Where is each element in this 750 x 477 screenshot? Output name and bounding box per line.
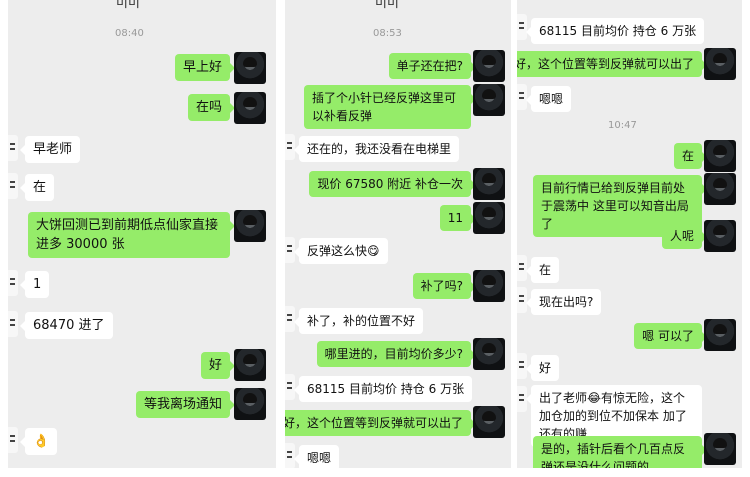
message-bubble-mine[interactable]: 大饼回测已到前期低点仙家直接进多 30000 张 — [28, 212, 235, 258]
message-bubble-theirs[interactable]: 补了，补的位置不好 — [293, 308, 424, 334]
user-avatar-icon[interactable] — [704, 433, 736, 465]
message-bubble-mine[interactable]: 是的，插针后看个几百点反弹还是没什么问题的 — [533, 436, 707, 468]
user-avatar-icon[interactable] — [234, 52, 266, 84]
user-avatar-icon[interactable] — [234, 210, 266, 242]
message-bubble-theirs[interactable]: 还在的，我还没看在电梯里 — [293, 136, 460, 162]
message-bubble-theirs[interactable]: 在 — [19, 174, 55, 201]
contact-avatar-icon[interactable] — [8, 173, 18, 199]
user-avatar-icon[interactable] — [473, 168, 505, 200]
chat-panel-3: 68115 目前均价 持仓 6 万张 好，这个位置等到反弹就可以出了 嗯嗯 10… — [517, 0, 742, 468]
message-bubble-theirs[interactable]: 嗯嗯 — [525, 86, 572, 112]
contact-avatar-icon[interactable] — [8, 427, 18, 453]
timestamp: 10:47 — [608, 120, 637, 131]
message-bubble-theirs[interactable]: 反弹这么快😋 — [294, 238, 388, 264]
message-bubble-mine[interactable]: 在吗 — [187, 94, 236, 121]
message-bubble-mine[interactable]: 等我离场通知 — [135, 391, 236, 418]
message-bubble-mine[interactable]: 嗯 可以了 — [634, 323, 707, 349]
message-bubble-theirs[interactable]: 现在出吗? — [525, 289, 602, 315]
header-text: 미미 — [375, 0, 399, 11]
timestamp: 08:40 — [115, 28, 144, 39]
header-text: 미미 — [116, 0, 140, 11]
message-bubble-theirs[interactable]: 在 — [525, 257, 560, 283]
user-avatar-icon[interactable] — [473, 406, 505, 438]
message-bubble-theirs[interactable]: 好 — [525, 355, 560, 381]
message-bubble-theirs[interactable]: 嗯嗯 — [293, 445, 340, 468]
message-bubble-mine[interactable]: 在 — [673, 143, 708, 169]
user-avatar-icon[interactable] — [704, 319, 736, 351]
user-avatar-icon[interactable] — [704, 140, 736, 172]
timestamp: 08:53 — [373, 28, 402, 39]
message-bubble-mine[interactable]: 好，这个位置等到反弹就可以出了 — [285, 410, 477, 436]
message-bubble-mine[interactable]: 早上好 — [174, 54, 236, 81]
message-bubble-mine[interactable]: 人呢 — [661, 223, 708, 249]
message-bubble-theirs[interactable]: 早老师 — [19, 136, 81, 163]
message-bubble-mine[interactable]: 好 — [200, 352, 236, 379]
message-bubble-theirs[interactable]: 68115 目前均价 持仓 6 万张 — [525, 18, 705, 44]
contact-avatar-icon[interactable] — [8, 135, 18, 161]
message-bubble-mine[interactable]: 11 — [439, 205, 477, 231]
message-bubble-theirs[interactable]: 1 — [19, 271, 50, 298]
user-avatar-icon[interactable] — [234, 349, 266, 381]
message-bubble-mine[interactable]: 哪里进的，目前均价多少? — [316, 341, 477, 367]
message-bubble-mine[interactable]: 补了吗? — [412, 273, 477, 299]
message-bubble-mine[interactable]: 好，这个位置等到反弹就可以出了 — [517, 51, 708, 77]
user-avatar-icon[interactable] — [473, 202, 505, 234]
user-avatar-icon[interactable] — [704, 220, 736, 252]
message-bubble-theirs[interactable]: 68115 目前均价 持仓 6 万张 — [293, 376, 473, 402]
message-bubble-theirs[interactable]: 68470 进了 — [20, 312, 113, 339]
user-avatar-icon[interactable] — [473, 270, 505, 302]
message-bubble-mine[interactable]: 单子还在把? — [388, 53, 477, 79]
message-bubble-theirs[interactable]: 👌 — [19, 428, 58, 455]
user-avatar-icon[interactable] — [704, 48, 736, 80]
user-avatar-icon[interactable] — [704, 173, 736, 205]
user-avatar-icon[interactable] — [234, 92, 266, 124]
contact-avatar-icon[interactable] — [8, 311, 18, 337]
user-avatar-icon[interactable] — [473, 84, 505, 116]
message-bubble-mine[interactable]: 现价 67580 附近 补仓一次 — [309, 171, 476, 197]
user-avatar-icon[interactable] — [473, 50, 505, 82]
chat-panel-2: 미미 08:53 单子还在把? 插了个小针已经反弹这里可以补看反弹 还在的，我还… — [285, 0, 511, 468]
contact-avatar-icon[interactable] — [8, 270, 18, 296]
user-avatar-icon[interactable] — [473, 338, 505, 370]
user-avatar-icon[interactable] — [234, 388, 266, 420]
message-bubble-mine[interactable]: 插了个小针已经反弹这里可以补看反弹 — [304, 85, 476, 129]
chat-panel-1: 미미 08:40 早上好 在吗 早老师 在 大饼回测已到前期低点仙家直接进多 3… — [8, 0, 276, 468]
